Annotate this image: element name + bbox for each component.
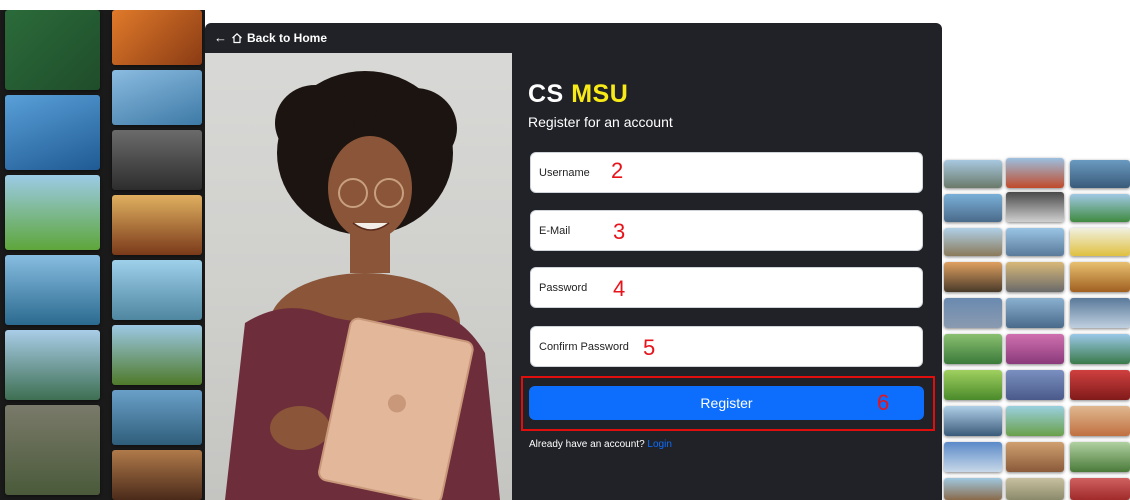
email-field[interactable]: E-Mail bbox=[530, 210, 923, 251]
step-marker-3: 3 bbox=[613, 219, 626, 244]
back-arrow-icon: ← bbox=[214, 30, 227, 45]
email-placeholder: E-Mail bbox=[539, 224, 571, 237]
login-link[interactable]: Login bbox=[647, 439, 671, 450]
woman-with-tablet-image bbox=[225, 71, 500, 500]
username-field[interactable]: Username bbox=[530, 152, 923, 193]
step-marker-4: 4 bbox=[613, 276, 626, 301]
confirm-password-field[interactable]: Confirm Password bbox=[530, 326, 923, 367]
step-marker-2: 2 bbox=[611, 158, 624, 183]
step-marker-6: 6 bbox=[877, 390, 890, 415]
username-placeholder: Username bbox=[539, 166, 590, 179]
background-video-wall-right bbox=[940, 150, 1130, 500]
password-placeholder: Password bbox=[539, 281, 588, 294]
page: ← Back to Home CS MSU Register for an ac… bbox=[0, 0, 1130, 500]
login-prompt: Already have an account? Login bbox=[529, 439, 672, 450]
register-modal: ← Back to Home CS MSU Register for an ac… bbox=[205, 23, 942, 500]
home-icon bbox=[232, 32, 242, 43]
register-label: Register bbox=[700, 395, 753, 411]
confirm-password-placeholder: Confirm Password bbox=[539, 340, 629, 353]
back-to-home-link[interactable]: ← Back to Home bbox=[214, 30, 327, 45]
register-button[interactable]: Register bbox=[529, 386, 924, 420]
step-marker-5: 5 bbox=[643, 335, 656, 360]
brand-title: CS MSU bbox=[528, 80, 628, 109]
brand-part-1: CS bbox=[528, 80, 564, 108]
back-to-home-label: Back to Home bbox=[247, 30, 328, 45]
hero-photo bbox=[205, 53, 512, 500]
password-field[interactable]: Password bbox=[530, 267, 923, 308]
register-subtitle: Register for an account bbox=[528, 114, 673, 130]
background-video-wall-left bbox=[0, 10, 205, 500]
brand-part-2: MSU bbox=[571, 80, 629, 108]
login-prompt-text: Already have an account? bbox=[529, 439, 645, 450]
